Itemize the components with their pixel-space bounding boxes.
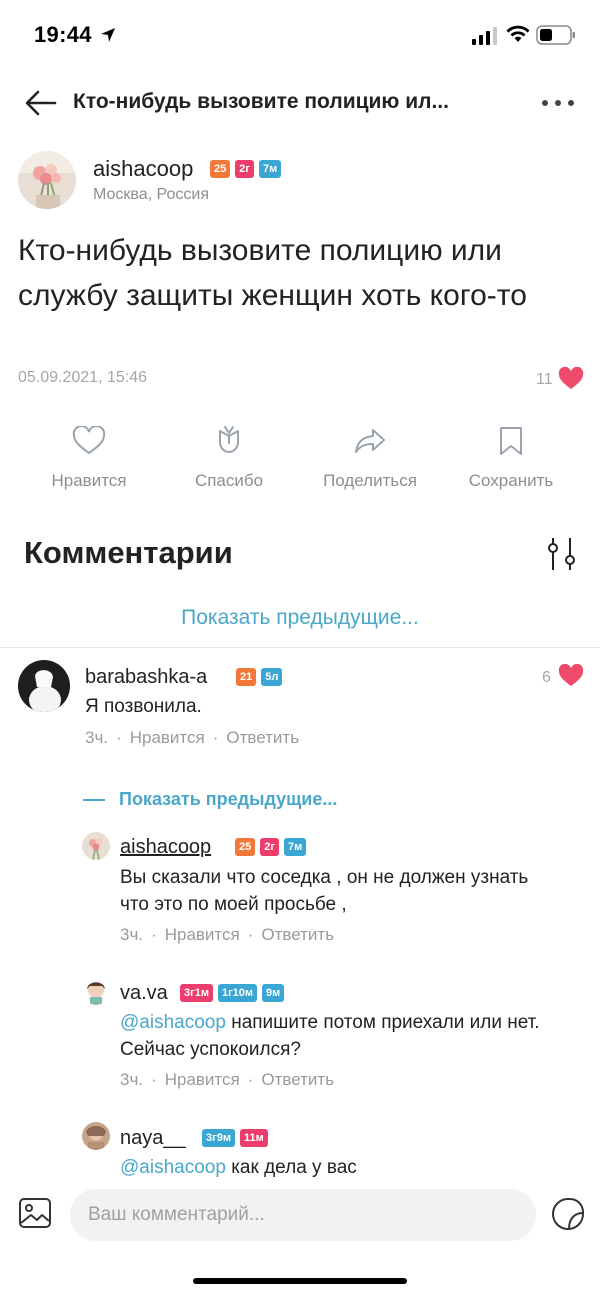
level-badge: 25 xyxy=(210,160,231,178)
reply-username[interactable]: aishacoop xyxy=(120,836,211,859)
location-arrow-icon xyxy=(101,28,115,42)
heart-outline-icon xyxy=(72,426,106,455)
reply-badges: 3г9м 11м xyxy=(202,1129,268,1147)
comment-like-link[interactable]: Нравится xyxy=(130,728,205,747)
heart-filled-icon[interactable] xyxy=(558,664,584,688)
show-previous-comments-link[interactable]: Показать предыдущие... xyxy=(0,606,600,630)
child-age-badge: 7м xyxy=(283,838,307,856)
reply-avatar[interactable] xyxy=(82,832,110,860)
home-indicator xyxy=(193,1278,407,1284)
reply-username[interactable]: naya__ xyxy=(120,1127,186,1150)
more-options-icon[interactable] xyxy=(540,90,576,116)
wifi-icon xyxy=(506,25,530,42)
reply-badges: 3г1м 1г10м 9м xyxy=(180,984,285,1002)
comment-composer xyxy=(0,1180,600,1250)
membership-badge: 3г1м xyxy=(180,984,213,1002)
cellular-signal-icon xyxy=(472,27,497,45)
post-title: Кто-нибудь вызовите полицию ил... xyxy=(73,90,449,113)
author-avatar[interactable] xyxy=(18,151,76,209)
child-age-badge: 3г9м xyxy=(202,1129,235,1147)
share-arrow-icon xyxy=(355,429,385,453)
post-likes-count: 11 xyxy=(536,371,553,388)
top-bar: Кто-нибудь вызовите полицию ил... xyxy=(0,78,600,128)
author-badges: 25 2г 7м xyxy=(210,160,282,178)
like-action-label: Нравится xyxy=(51,471,127,490)
status-bar: 19:44 xyxy=(0,0,600,70)
comment-input[interactable] xyxy=(70,1189,536,1241)
status-time: 19:44 xyxy=(34,22,92,47)
image-gallery-icon[interactable] xyxy=(18,1196,52,1230)
reply-badges: 25 2г 7м xyxy=(235,838,307,856)
comment-likes-count: 6 xyxy=(542,669,551,686)
post-date: 05.09.2021, 15:46 xyxy=(18,369,148,386)
thanks-action-label: Спасибо xyxy=(194,471,264,490)
filter-sliders-icon[interactable] xyxy=(545,536,579,572)
reply-time: 3ч. xyxy=(120,925,144,944)
child-age-badge: 7м xyxy=(258,160,282,178)
level-badge: 21 xyxy=(236,668,257,686)
comments-heading: Комментарии xyxy=(24,535,233,570)
reply-text: Вы сказали что соседка , он не должен уз… xyxy=(120,867,529,915)
reply-reply-link[interactable]: Ответить xyxy=(261,1070,334,1089)
child-age-badge: 9м xyxy=(262,984,285,1002)
post-body: Кто-нибудь вызовите полицию или службу з… xyxy=(18,234,527,312)
child-age-badge: 5л xyxy=(261,668,283,686)
reply-text-body: как дела у вас xyxy=(225,1157,357,1178)
author-location: Москва, Россия xyxy=(93,186,209,203)
sticker-icon[interactable] xyxy=(550,1196,586,1232)
comment-text: Я позвонила. xyxy=(85,696,202,717)
membership-badge: 11м xyxy=(239,1129,268,1147)
comment-avatar[interactable] xyxy=(18,660,70,712)
mention-link[interactable]: @aishacoop xyxy=(120,1157,226,1178)
membership-badge: 2г xyxy=(260,838,279,856)
bookmark-icon xyxy=(500,427,522,455)
reply-username[interactable]: va.va xyxy=(120,982,168,1005)
comment-reply-link[interactable]: Ответить xyxy=(226,728,299,747)
battery-icon xyxy=(536,25,575,45)
reply-text: @aishacoop как дела у вас xyxy=(120,1154,580,1181)
comment-time: 3ч. xyxy=(85,728,109,747)
reply-time: 3ч. xyxy=(120,1070,144,1089)
level-badge: 25 xyxy=(235,838,256,856)
share-action-button[interactable]: Поделиться xyxy=(305,424,435,491)
reply-reply-link[interactable]: Ответить xyxy=(261,925,334,944)
child-age-badge: 1г10м xyxy=(217,984,258,1002)
membership-badge: 2г xyxy=(235,160,254,178)
reply-like-link[interactable]: Нравится xyxy=(165,925,240,944)
save-action-button[interactable]: Сохранить xyxy=(446,424,576,491)
save-action-label: Сохранить xyxy=(468,471,554,490)
comment-badges: 21 5л xyxy=(236,668,283,686)
comment-username[interactable]: barabashka-a xyxy=(85,666,207,689)
like-action-button[interactable]: Нравится xyxy=(24,424,154,491)
divider xyxy=(0,647,600,648)
share-action-label: Поделиться xyxy=(323,471,417,490)
show-previous-replies-link[interactable]: Показать предыдущие... xyxy=(83,789,337,810)
reply-text: @aishacoop напишите потом приехали или н… xyxy=(120,1009,580,1063)
dash xyxy=(83,799,105,802)
back-arrow-icon[interactable] xyxy=(24,88,58,118)
comment-meta: 3ч. · Нравится · Ответить xyxy=(85,728,300,747)
reply-avatar[interactable] xyxy=(82,1122,110,1150)
reply-meta: 3ч. · Нравится · Ответить xyxy=(120,1070,335,1089)
reply-meta: 3ч. · Нравится · Ответить xyxy=(120,925,335,944)
thanks-action-button[interactable]: Спасибо xyxy=(164,424,294,491)
author-username[interactable]: aishacoop xyxy=(93,156,193,182)
mention-link[interactable]: @aishacoop xyxy=(120,1012,226,1033)
reply-like-link[interactable]: Нравится xyxy=(165,1070,240,1089)
flower-bud-icon xyxy=(219,426,239,453)
show-previous-replies-label: Показать предыдущие... xyxy=(119,789,338,809)
heart-filled-icon xyxy=(558,367,584,389)
reply-avatar[interactable] xyxy=(82,977,110,1005)
